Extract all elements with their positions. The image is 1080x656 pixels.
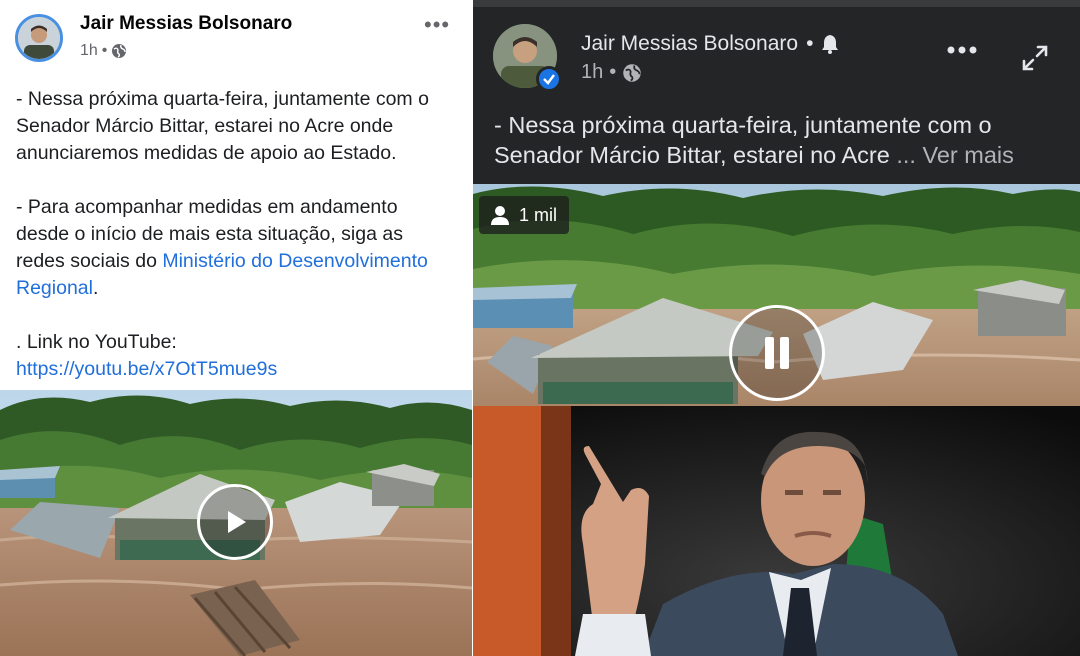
globe-icon (112, 44, 127, 58)
see-more-link[interactable]: ... Ver mais (896, 142, 1014, 168)
avatar-image (18, 17, 60, 59)
light-post-card: Jair Messias Bolsonaro 1h • ••• - Nessa … (0, 0, 472, 656)
video-thumbnail[interactable] (0, 390, 472, 656)
post-text-line-2: Senador Márcio Bittar, estarei no Acre .… (494, 140, 1069, 170)
post-time[interactable]: 1h (80, 42, 98, 60)
play-button[interactable] (197, 484, 273, 560)
top-divider (473, 0, 1080, 7)
post-paragraph-3: . Link no YouTube: (16, 331, 177, 353)
person-icon (491, 206, 509, 225)
viewer-count-badge: 1 mil (479, 196, 570, 234)
verified-badge-icon (536, 66, 562, 92)
post-body: - Nessa próxima quarta-feira, juntamente… (16, 86, 456, 383)
paragraph-2-end: . (92, 277, 99, 299)
author-name-row: Jair Messias Bolsonaro • (581, 32, 839, 56)
post-meta: 1h • (80, 42, 127, 60)
play-icon (228, 511, 246, 533)
video-frame (473, 184, 1080, 656)
video-player[interactable] (473, 184, 1080, 656)
dark-post-card: Jair Messias Bolsonaro • 1h • - Nessa pr… (473, 0, 1080, 656)
pause-button[interactable] (729, 305, 825, 401)
post-text-line-1: - Nessa próxima quarta-feira, juntamente… (494, 112, 992, 138)
post-paragraph-2: - Para acompanhar medidas em andamento d… (16, 194, 456, 302)
meta-separator: • (101, 42, 108, 59)
name-separator: • (806, 32, 814, 55)
post-text: - Nessa próxima quarta-feira, juntamente… (494, 110, 1069, 170)
more-options-icon[interactable] (947, 42, 977, 60)
post-text-line-2-text: Senador Márcio Bittar, estarei no Acre (494, 142, 890, 168)
expand-icon[interactable] (1021, 44, 1049, 77)
post-paragraph-1: - Nessa próxima quarta-feira, juntamente… (16, 88, 429, 164)
author-name[interactable]: Jair Messias Bolsonaro (80, 13, 292, 35)
post-meta: 1h • (581, 61, 642, 84)
pause-icon (765, 337, 789, 369)
more-options-icon[interactable]: ••• (424, 12, 450, 38)
globe-icon (623, 63, 642, 82)
meta-separator: • (609, 61, 617, 83)
viewer-count: 1 mil (519, 204, 558, 225)
author-name[interactable]: Jair Messias Bolsonaro (581, 32, 798, 56)
post-time[interactable]: 1h (581, 61, 603, 84)
youtube-link[interactable]: https://youtu.be/x7OtT5mue9s (16, 358, 277, 380)
bell-icon[interactable] (821, 34, 839, 54)
author-avatar[interactable] (15, 14, 63, 62)
